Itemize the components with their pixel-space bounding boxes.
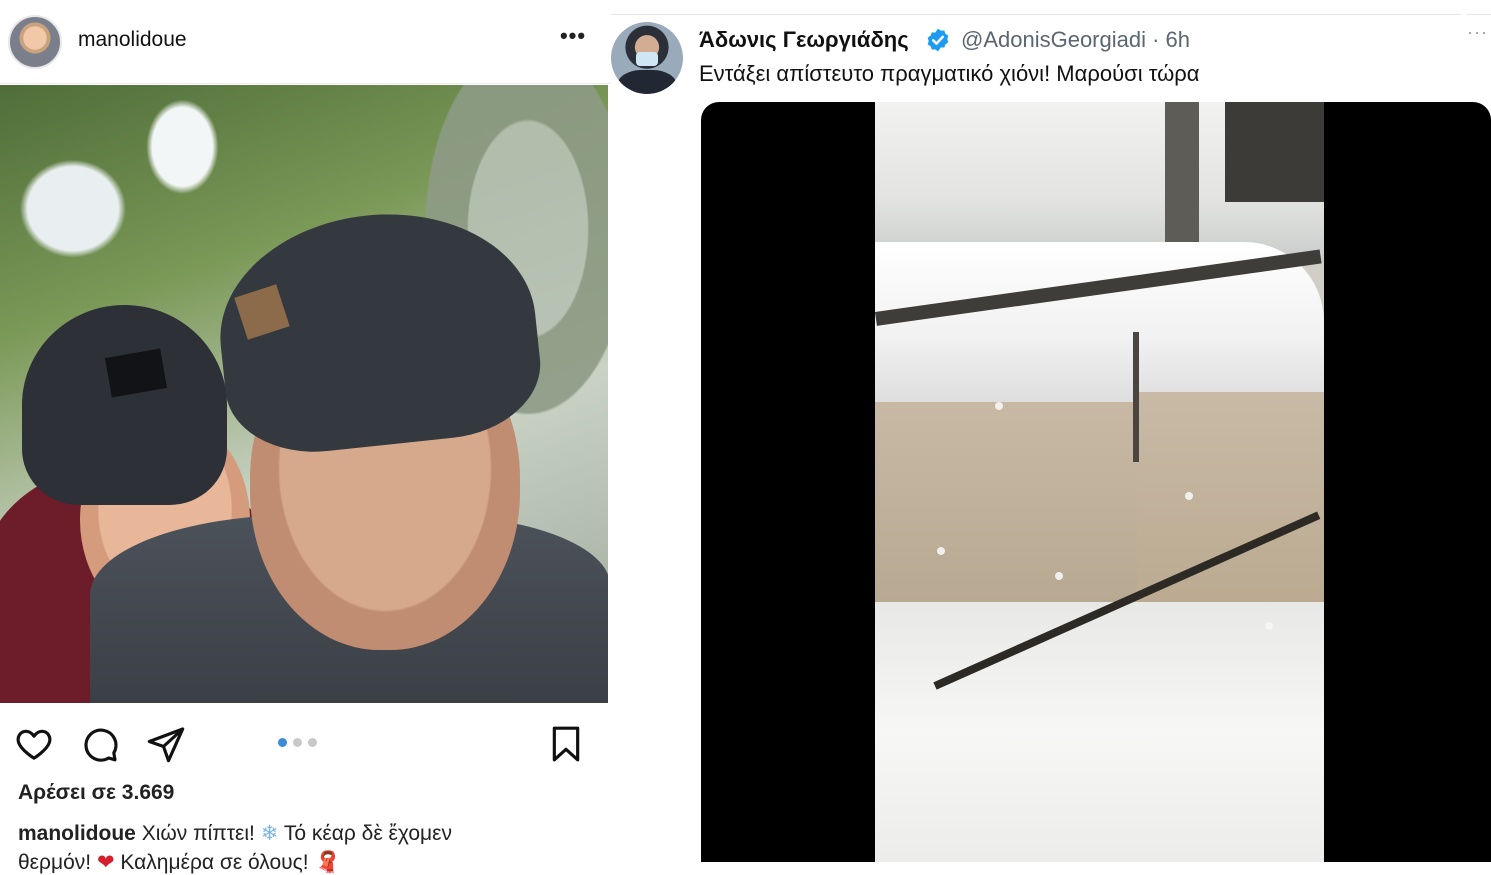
instagram-username[interactable]: manolidoue	[78, 28, 187, 52]
video-frame	[875, 102, 1324, 862]
suit	[617, 70, 677, 94]
caption-text: Τό κέαρ δὲ ἔχομεν	[283, 822, 452, 845]
snowflake-icon: ❄	[260, 821, 279, 845]
divider	[1466, 14, 1491, 15]
heart-icon[interactable]	[14, 724, 54, 764]
caption-username[interactable]: manolidoue	[18, 822, 136, 845]
carousel-dot	[308, 738, 317, 747]
snowflake	[995, 402, 1003, 410]
tweet: Άδωνις Γεωργιάδης @AdonisGeorgiadi · 6h …	[611, 0, 1491, 875]
carousel-dot	[278, 738, 287, 747]
red-heart-icon: ❤	[96, 850, 115, 874]
face-mask	[636, 52, 658, 66]
woman-beanie	[22, 305, 227, 505]
bookmark-icon[interactable]	[546, 724, 586, 764]
tweet-more-icon[interactable]: ···	[1467, 22, 1488, 43]
carousel-dot	[293, 738, 302, 747]
scarf-icon: 🧣	[314, 850, 341, 874]
instagram-post: manolidoue ••• Αρέσει σε 3.669 manolidou…	[0, 0, 610, 875]
caption-text: Χιών πίπτει!	[141, 822, 255, 845]
tweet-handle-time[interactable]: @AdonisGeorgiadi · 6h	[961, 27, 1190, 53]
caption-text: Καλημέρα σε όλους!	[120, 851, 309, 874]
carousel-indicator	[278, 738, 317, 748]
instagram-action-bar	[0, 712, 610, 772]
divider	[611, 14, 1461, 15]
dark-window	[1225, 102, 1324, 202]
tweet-text: Εντάξει απίστευτο πραγματικό χιόνι! Μαρο…	[699, 61, 1200, 86]
snowflake	[1185, 492, 1193, 500]
snowflake	[1265, 622, 1273, 630]
verified-badge-icon	[925, 27, 951, 53]
tweet-author-name[interactable]: Άδωνις Γεωργιάδης	[699, 27, 909, 53]
caption-text: θερμόν!	[18, 851, 92, 874]
tree-trunk	[1165, 102, 1199, 250]
share-icon[interactable]	[146, 724, 186, 764]
more-options-icon[interactable]: •••	[557, 25, 589, 56]
likes-count[interactable]: Αρέσει σε 3.669	[18, 781, 174, 805]
wall-corner	[1133, 332, 1139, 462]
comment-icon[interactable]	[80, 724, 120, 764]
snow-on-floor	[875, 602, 1324, 862]
instagram-photo[interactable]	[0, 85, 608, 703]
tweet-video[interactable]	[701, 102, 1491, 862]
instagram-post-header: manolidoue •••	[0, 0, 610, 84]
snowflake	[937, 547, 945, 555]
tweet-avatar[interactable]	[611, 22, 683, 94]
snowflake	[1055, 572, 1063, 580]
instagram-avatar[interactable]	[8, 15, 62, 69]
post-caption: manolidoue Χιών πίπτει! ❄ Τό κέαρ δὲ ἔχο…	[18, 819, 598, 875]
